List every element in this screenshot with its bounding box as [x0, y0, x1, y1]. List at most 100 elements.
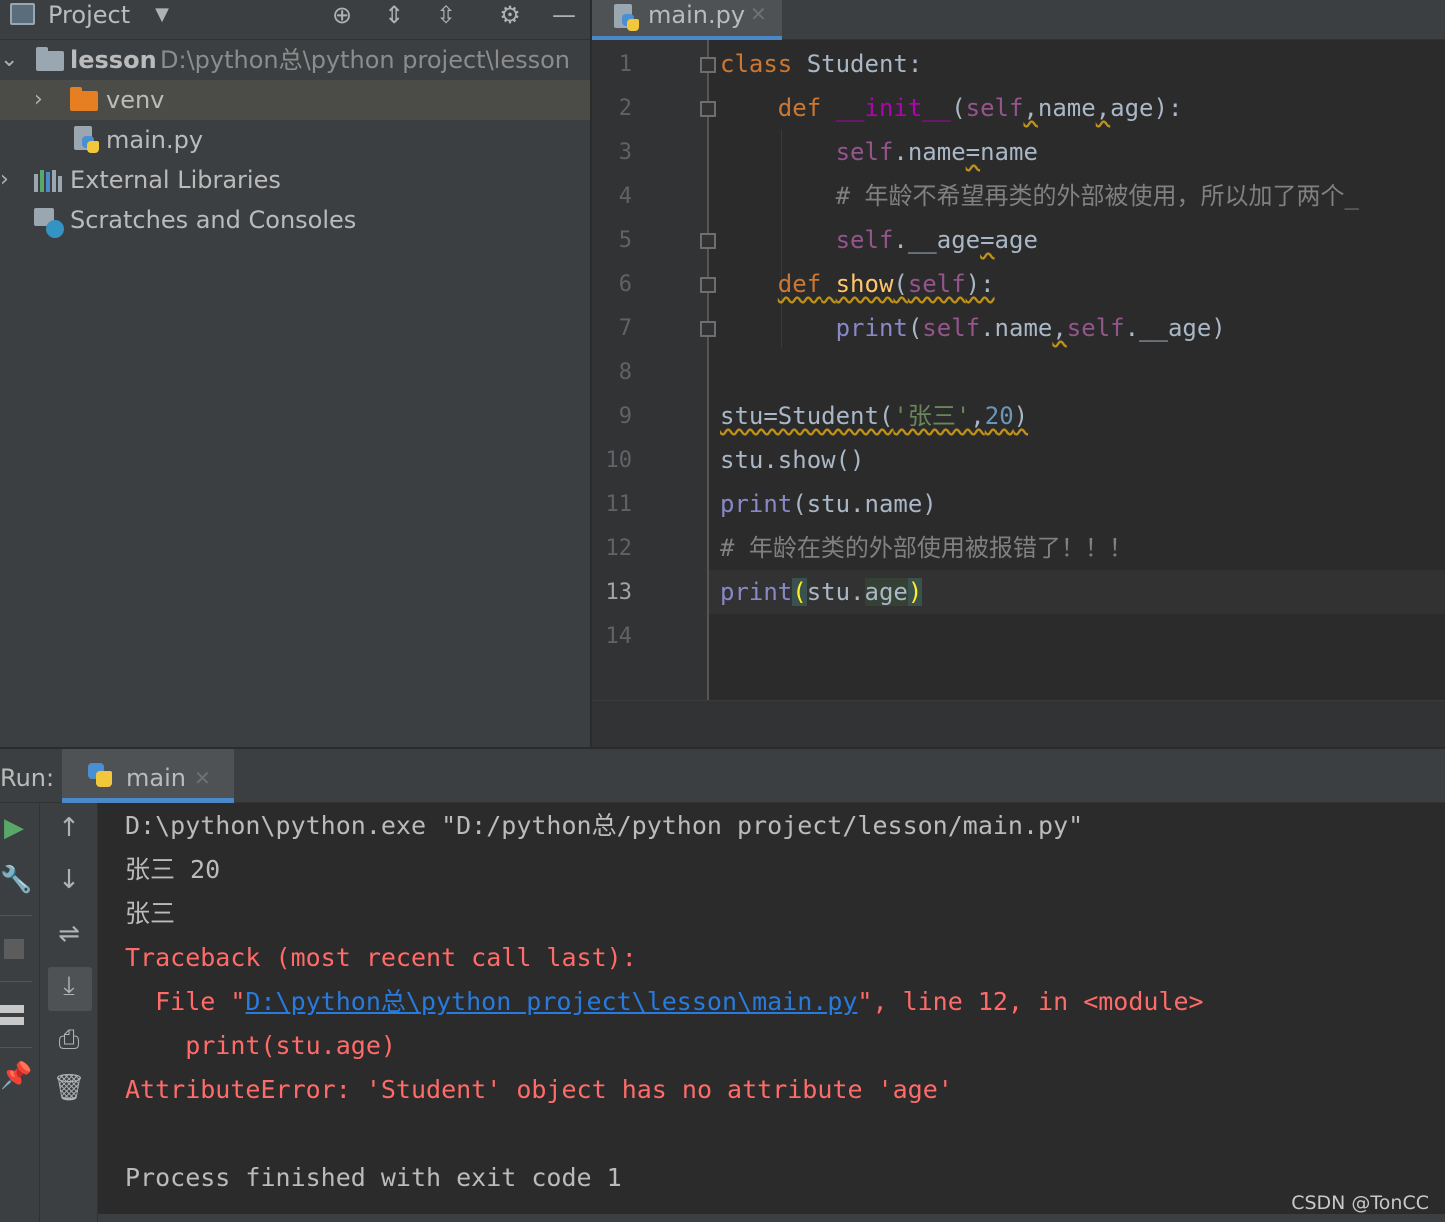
tree-item-label: External Libraries	[70, 166, 281, 194]
fold-marker-icon[interactable]	[700, 233, 716, 249]
run-tab-label: main	[126, 764, 186, 792]
expand-all-icon[interactable]: ⇕	[378, 0, 410, 30]
collapse-all-icon[interactable]: ⇳	[430, 0, 462, 30]
line-number: 5	[618, 228, 632, 253]
rerun-icon[interactable]: ▶	[0, 813, 28, 843]
tree-item-label: venv	[106, 86, 165, 114]
fold-marker-icon[interactable]	[700, 277, 716, 293]
toolbar-separator	[0, 1047, 32, 1048]
arrow-down-icon[interactable]: ↓	[52, 865, 86, 895]
chevron-right-icon[interactable]: ›	[34, 80, 43, 120]
chevron-down-icon[interactable]: ⌄	[0, 40, 18, 80]
fold-marker-icon[interactable]	[700, 321, 716, 337]
chevron-right-icon[interactable]: ›	[0, 160, 9, 200]
hide-icon[interactable]: —	[548, 0, 580, 30]
tree-item-external-libraries[interactable]: › External Libraries	[0, 160, 590, 200]
tree-item-lesson[interactable]: ⌄ lesson D:\python总\python project\lesso…	[0, 40, 590, 80]
editor-bottom-area	[592, 700, 1445, 747]
project-view-icon	[10, 3, 35, 25]
traceback-code: print(stu.age)	[125, 1031, 396, 1060]
line-number: 1	[618, 52, 632, 77]
tree-item-scratches[interactable]: Scratches and Consoles	[0, 200, 590, 240]
console-stdout: 张三	[125, 899, 176, 928]
run-label: Run:	[0, 764, 55, 792]
line-number: 2	[618, 96, 632, 121]
console-stdout: 张三 20	[125, 855, 221, 884]
layout-icon-lower[interactable]	[0, 1017, 24, 1025]
tab-label: main.py	[648, 1, 746, 29]
line-number: 9	[618, 404, 632, 429]
scroll-to-end-icon[interactable]: ⤓	[52, 971, 86, 1002]
code-line[interactable]: def show(self):	[720, 262, 995, 306]
code-comment[interactable]: # 年龄在类的外部使用被报错了！！！	[720, 526, 1133, 570]
toolbar-separator	[0, 915, 32, 916]
gear-icon[interactable]: ⚙	[494, 0, 526, 30]
libraries-icon	[34, 170, 62, 192]
run-toolbar-primary: ▶ 🔧 📌	[0, 803, 40, 1222]
fold-marker-icon[interactable]	[700, 57, 716, 73]
locate-icon[interactable]: ⊕	[326, 0, 358, 30]
tab-main-py[interactable]: main.py ✕	[592, 0, 782, 40]
run-tab-main[interactable]: main ✕	[62, 749, 234, 803]
code-line[interactable]: self.__age=age	[720, 218, 1038, 262]
line-number: 13	[605, 580, 633, 605]
tree-item-label: lesson	[70, 46, 157, 74]
run-toolbar-secondary: ↑ ↓ ⇌ ⤓ ⎙ 🗑	[40, 803, 98, 1222]
folder-icon	[36, 47, 64, 71]
pin-icon[interactable]: 📌	[0, 1061, 32, 1091]
layout-icon[interactable]	[0, 1005, 24, 1013]
code-line[interactable]: def __init__(self,name,age):	[720, 86, 1183, 130]
clock-icon	[46, 220, 64, 238]
code-line[interactable]: self.name=name	[720, 130, 1038, 174]
python-icon	[88, 763, 114, 793]
line-number: 12	[605, 536, 633, 561]
line-number: 11	[605, 492, 633, 517]
code-line[interactable]: stu.show()	[720, 438, 865, 482]
toolbar-separator	[0, 981, 32, 982]
code-comment[interactable]: # 年龄不希望再类的外部被使用，所以加了两个_	[720, 174, 1359, 218]
traceback-file-prefix: File "	[125, 987, 246, 1016]
code-line[interactable]: print(self.name,self.__age)	[720, 306, 1226, 350]
arrow-up-icon[interactable]: ↑	[52, 813, 86, 843]
string-literal: '张三'	[893, 402, 971, 430]
project-title[interactable]: Project	[48, 0, 130, 30]
project-header: Project ▼ ⊕ ⇕ ⇳ ⚙ —	[0, 0, 590, 40]
code-line[interactable]: stu=Student('张三',20)	[720, 394, 1028, 438]
folder-icon	[70, 87, 98, 111]
line-number: 7	[618, 316, 632, 341]
fold-marker-icon[interactable]	[700, 101, 716, 117]
code-line-current[interactable]: print(stu.age)	[720, 570, 923, 614]
code-line[interactable]: class Student:	[720, 42, 922, 86]
watermark: CSDN @TonCC	[1291, 1192, 1429, 1214]
trash-icon[interactable]: 🗑	[52, 1073, 86, 1103]
number-literal: 20	[984, 402, 1014, 430]
console-command: D:\python\python.exe "D:/python总/python …	[125, 811, 1084, 840]
chevron-down-icon[interactable]: ▼	[146, 0, 178, 30]
tree-item-label: main.py	[106, 126, 204, 154]
line-number: 4	[618, 184, 632, 209]
soft-wrap-icon[interactable]: ⇌	[52, 919, 86, 949]
line-number: 6	[618, 272, 632, 297]
stop-icon[interactable]	[4, 939, 24, 959]
line-number: 14	[605, 624, 633, 649]
run-panel-header: Run: main ✕	[0, 747, 1445, 803]
close-icon[interactable]: ✕	[750, 0, 767, 28]
process-exit-message: Process finished with exit code 1	[125, 1163, 622, 1192]
tree-item-venv[interactable]: › venv	[0, 80, 590, 120]
tree-item-main-py[interactable]: main.py	[0, 120, 590, 160]
close-icon[interactable]: ✕	[194, 763, 211, 793]
print-icon[interactable]: ⎙	[52, 1025, 86, 1056]
tree-item-label: Scratches and Consoles	[70, 206, 357, 234]
console-scrollbar[interactable]	[98, 1214, 1445, 1222]
traceback-file-link[interactable]: D:\python总\python project\lesson\main.py	[245, 987, 857, 1016]
line-number: 10	[605, 448, 633, 473]
error-message: AttributeError: 'Student' object has no …	[125, 1075, 953, 1104]
wrench-icon[interactable]: 🔧	[0, 865, 32, 895]
traceback-header: Traceback (most recent call last):	[125, 943, 637, 972]
traceback-file-suffix: ", line 12, in <module>	[857, 987, 1204, 1016]
code-line[interactable]: print(stu.name)	[720, 482, 937, 526]
python-file-icon	[614, 4, 640, 34]
tree-item-path: D:\python总\python project\lesson	[160, 46, 570, 74]
traceback-file-line: File "D:\python总\python project\lesson\m…	[125, 980, 1204, 1024]
python-file-icon	[74, 126, 100, 156]
